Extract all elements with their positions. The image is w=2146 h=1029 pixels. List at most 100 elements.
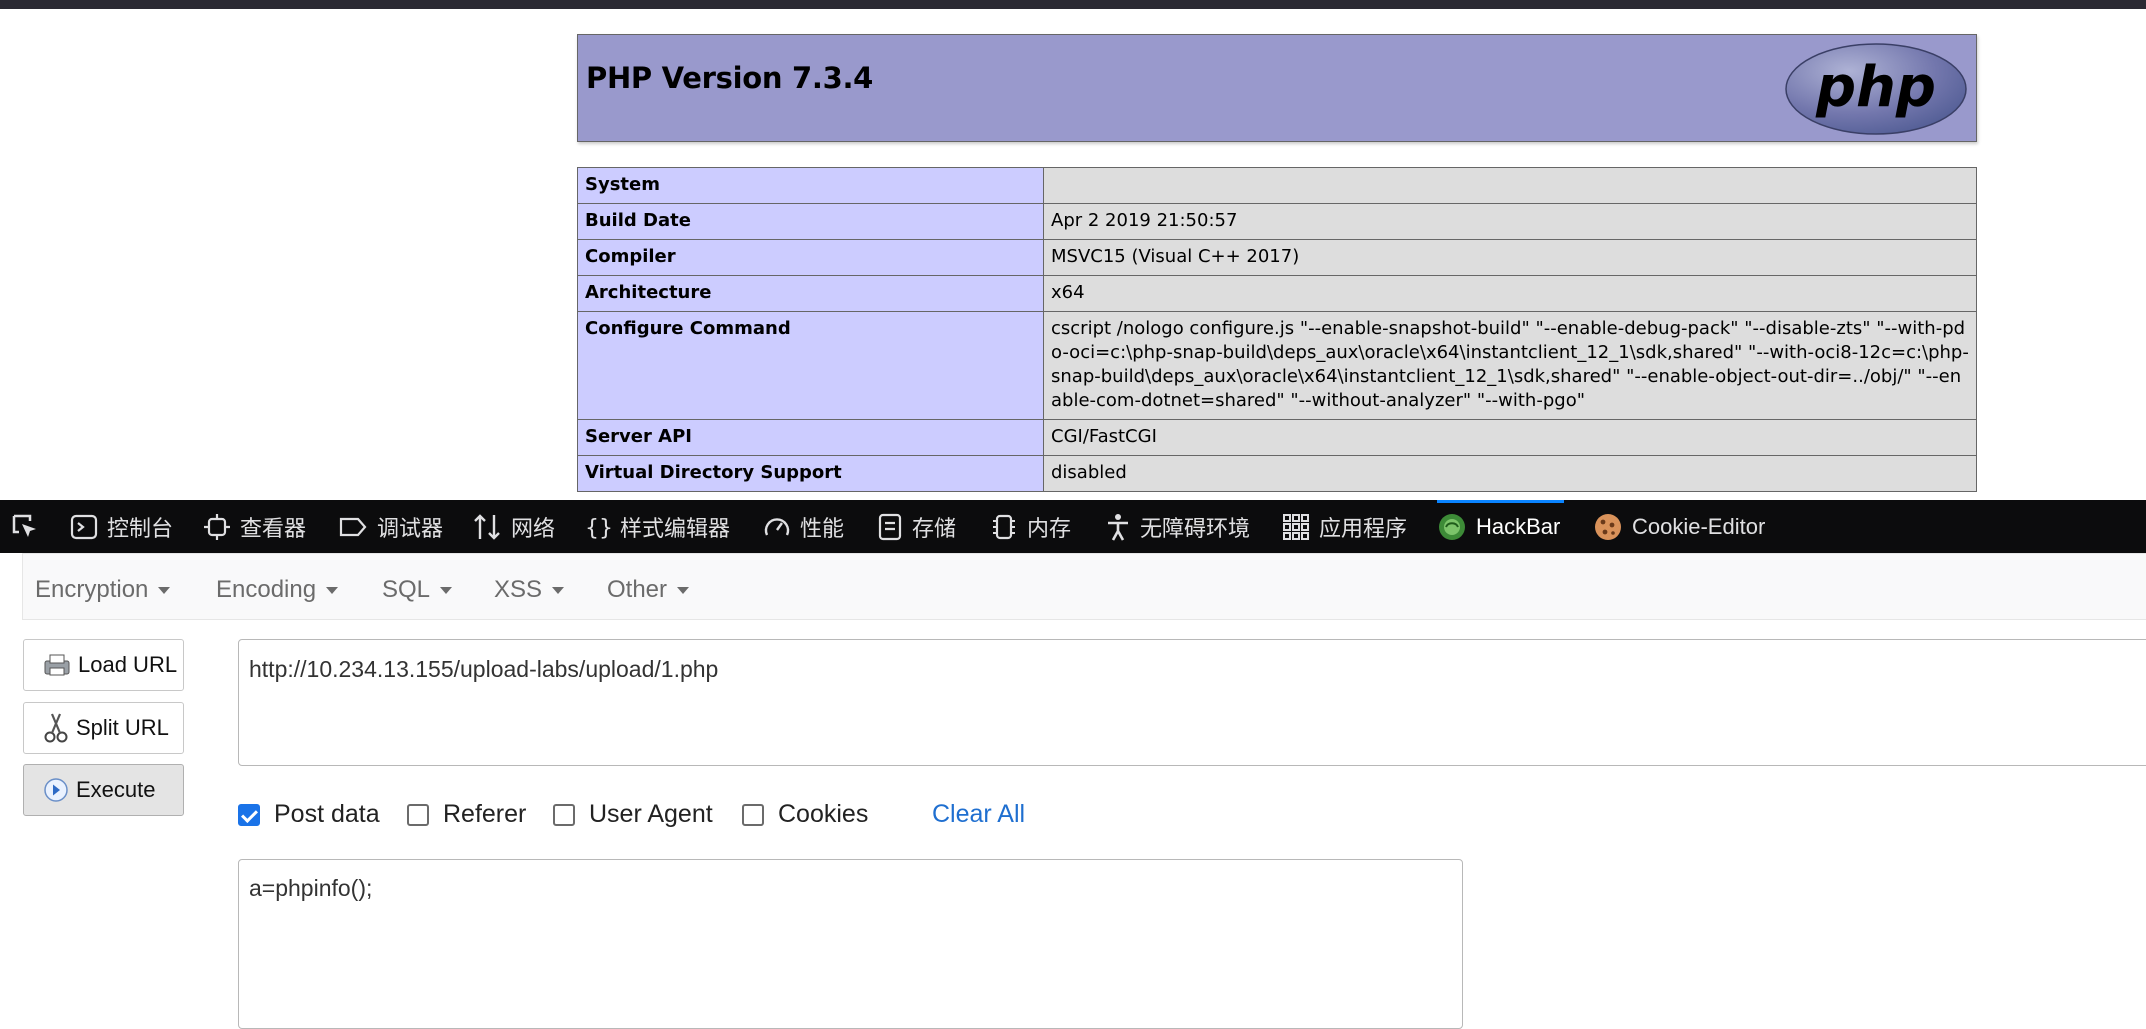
post-data-checkbox[interactable] xyxy=(238,803,260,826)
devtools-tab-label: HackBar xyxy=(1476,513,1561,539)
load-url-label: Load URL xyxy=(78,652,178,677)
devtools-tab-label: 控制台 xyxy=(107,515,174,541)
menu-sql[interactable]: SQL xyxy=(382,576,453,604)
info-row: Build Date Apr 2 2019 21:50:57 xyxy=(577,203,1977,240)
devtools-tab-accessibility[interactable]: 无障碍环境 xyxy=(1105,500,1250,553)
element-picker-icon xyxy=(12,514,36,537)
info-row-key: Configure Command xyxy=(577,311,1044,420)
referer-checkbox[interactable] xyxy=(407,803,429,826)
browser-top-bar xyxy=(0,0,2146,9)
chevron-down-icon xyxy=(440,587,453,595)
devtools-tab-performance[interactable]: 性能 xyxy=(763,500,844,553)
info-row-key: Architecture xyxy=(577,275,1044,312)
element-picker-button[interactable] xyxy=(10,500,40,553)
php-version-header: PHP Version 7.3.4 php xyxy=(577,34,1977,142)
info-row-value: x64 xyxy=(1043,275,1977,312)
cookies-label: Cookies xyxy=(778,800,869,828)
memory-icon xyxy=(990,513,1018,541)
split-url-button[interactable]: Split URL xyxy=(23,702,184,754)
php-version-title: PHP Version 7.3.4 xyxy=(586,61,874,95)
info-row-value: cscript /nologo configure.js "--enable-s… xyxy=(1043,311,1977,420)
storage-icon xyxy=(877,513,903,541)
cookies-checkbox[interactable] xyxy=(742,803,764,826)
devtools-tab-debugger[interactable]: 调试器 xyxy=(338,500,443,553)
chevron-down-icon xyxy=(326,587,339,595)
option-post-data[interactable]: Post data xyxy=(238,800,380,829)
referer-label: Referer xyxy=(443,800,527,828)
menu-encoding[interactable]: Encoding xyxy=(216,576,339,604)
network-icon xyxy=(472,513,502,541)
devtools-tab-label: 无障碍环境 xyxy=(1140,515,1251,541)
inspector-icon xyxy=(203,513,231,541)
devtools-tab-label: 性能 xyxy=(800,515,845,541)
info-row: System xyxy=(577,167,1977,204)
devtools-tab-console[interactable]: 控制台 xyxy=(70,500,173,553)
svg-text:{}: {} xyxy=(585,516,611,541)
post-data-input[interactable]: a=phpinfo(); xyxy=(238,859,1463,1029)
option-user-agent[interactable]: User Agent xyxy=(553,800,713,829)
info-row-value xyxy=(1043,167,1977,204)
menu-encryption[interactable]: Encryption xyxy=(35,576,171,604)
accessibility-icon xyxy=(1105,513,1131,541)
play-icon xyxy=(42,776,70,804)
devtools-tab-label: 存储 xyxy=(912,515,957,541)
info-row: Architecture x64 xyxy=(577,275,1977,312)
devtools-panel: 控制台 查看器 调试器 网络 {} 样式编辑器 性能 存储 内存 无障碍环境 应用程序 HackBar… xyxy=(0,500,2146,1029)
devtools-tab-label: 调试器 xyxy=(377,515,444,541)
printer-icon xyxy=(42,652,72,678)
devtools-tab-style-editor[interactable]: {} 样式编辑器 xyxy=(585,500,730,553)
hackbar-icon xyxy=(1437,512,1467,542)
load-url-button[interactable]: Load URL xyxy=(23,639,184,691)
devtools-tab-storage[interactable]: 存储 xyxy=(877,500,956,553)
info-row: Configure Command cscript /nologo configu… xyxy=(577,311,1977,420)
info-row-value: MSVC15 (Visual C++ 2017) xyxy=(1043,239,1977,276)
devtools-toolbar: 控制台 查看器 调试器 网络 {} 样式编辑器 性能 存储 内存 无障碍环境 应用程序 HackBar… xyxy=(0,500,2146,553)
chevron-down-icon xyxy=(158,587,171,595)
style-editor-icon: {} xyxy=(585,513,611,541)
info-row-key: Build Date xyxy=(577,203,1044,240)
devtools-tab-label: 应用程序 xyxy=(1319,515,1408,541)
menu-other[interactable]: Other xyxy=(607,576,690,604)
execute-label: Execute xyxy=(76,777,156,802)
application-icon xyxy=(1282,513,1310,541)
info-row-key: Compiler xyxy=(577,239,1044,276)
info-row-value: disabled xyxy=(1043,455,1977,492)
info-row: Compiler MSVC15 (Visual C++ 2017) xyxy=(577,239,1977,276)
execute-button[interactable]: Execute xyxy=(23,764,184,816)
user-agent-label: User Agent xyxy=(589,800,713,828)
scissors-icon xyxy=(42,712,70,744)
hackbar-menu-bar: Encryption Encoding SQL XSS Other xyxy=(22,553,2146,620)
option-referer[interactable]: Referer xyxy=(407,800,526,829)
devtools-tab-hackbar[interactable]: HackBar xyxy=(1437,500,1565,553)
clear-all-link[interactable]: Clear All xyxy=(932,800,1025,829)
devtools-tab-label: 内存 xyxy=(1027,515,1072,541)
devtools-tab-inspector[interactable]: 查看器 xyxy=(203,500,306,553)
cookie-icon xyxy=(1593,512,1623,542)
devtools-tab-label: 网络 xyxy=(511,515,556,541)
info-row: Virtual Directory Support disabled xyxy=(577,455,1977,492)
info-row-key: Server API xyxy=(577,419,1044,456)
devtools-tab-network[interactable]: 网络 xyxy=(472,500,555,553)
devtools-tab-cookie[interactable]: Cookie-Editor xyxy=(1593,500,1765,553)
devtools-tab-label: 查看器 xyxy=(240,515,307,541)
console-icon xyxy=(70,513,98,541)
info-row-value: CGI/FastCGI xyxy=(1043,419,1977,456)
post-data-label: Post data xyxy=(274,800,380,828)
user-agent-checkbox[interactable] xyxy=(553,803,575,826)
devtools-tab-label: 样式编辑器 xyxy=(620,515,731,541)
option-cookies[interactable]: Cookies xyxy=(742,800,868,829)
debugger-icon xyxy=(338,513,368,541)
info-row-key: Virtual Directory Support xyxy=(577,455,1044,492)
performance-icon xyxy=(763,513,791,541)
php-info-table: System Build Date Apr 2 2019 21:50:57 Compi… xyxy=(577,167,1977,492)
devtools-tab-memory[interactable]: 内存 xyxy=(990,500,1071,553)
info-row-key: System xyxy=(577,167,1044,204)
split-url-label: Split URL xyxy=(76,715,169,740)
url-input[interactable]: http://10.234.13.155/upload-labs/upload/… xyxy=(238,639,2146,766)
devtools-tab-application[interactable]: 应用程序 xyxy=(1282,500,1407,553)
menu-xss[interactable]: XSS xyxy=(494,576,565,604)
info-row-value: Apr 2 2019 21:50:57 xyxy=(1043,203,1977,240)
php-logo: php xyxy=(1785,43,1967,135)
devtools-tab-label: Cookie-Editor xyxy=(1632,513,1766,539)
info-row: Server API CGI/FastCGI xyxy=(577,419,1977,456)
